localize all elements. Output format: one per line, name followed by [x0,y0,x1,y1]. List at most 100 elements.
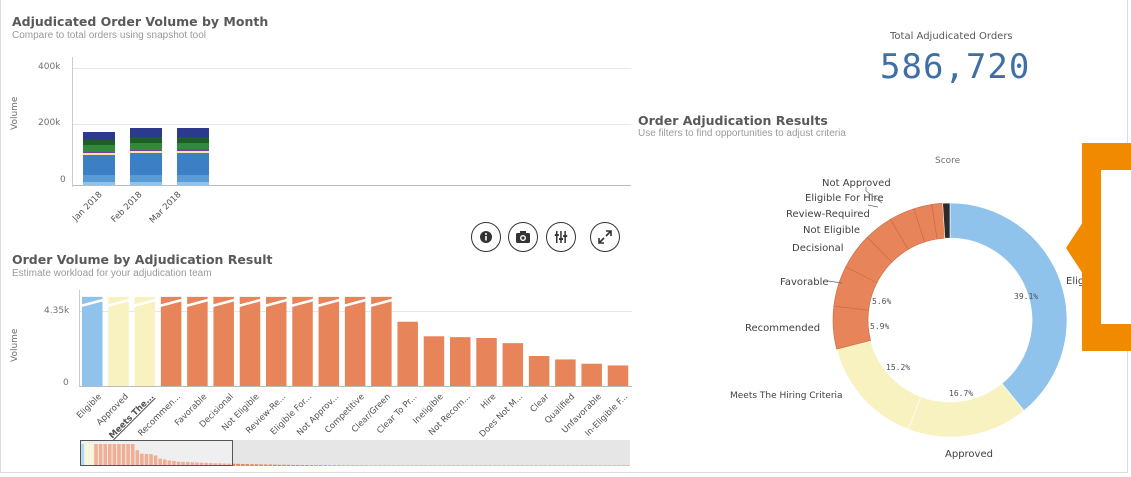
result-y-axis-label: Volume [10,328,20,362]
mini-bar [341,465,346,466]
mini-bar [254,464,259,466]
mini-bar [277,464,282,466]
mini-bar [245,464,250,466]
mini-bar [273,464,277,466]
kpi-label: Total Adjudicated Orders [890,31,1013,42]
mini-bar [328,465,332,466]
mini-bar [346,465,350,466]
donut-chart-title: Order Adjudication Results [638,113,828,128]
mini-bar [250,464,254,466]
mini-bar [291,464,295,466]
monthly-bar-segment [130,127,162,138]
exploration-button[interactable] [546,222,576,252]
result-bar[interactable] [423,336,445,386]
mini-bar [259,464,263,466]
result-bar[interactable] [528,356,550,386]
pct-favorable: 5.6% [872,297,892,306]
monthly-y-axis-label: Volume [10,96,20,130]
scrollbar-thumb[interactable] [80,440,233,466]
result-bar[interactable] [607,365,629,386]
info-icon [480,231,492,243]
result-bar[interactable] [344,296,366,386]
pct-eligible: 39.1% [1014,292,1039,301]
monthly-bar-segment [177,181,209,185]
mini-bar [350,465,355,466]
monthly-ytick-200k: 200k [38,118,61,128]
info-button[interactable] [471,222,501,252]
mini-bar [314,465,318,466]
monthly-bar-segment [130,142,162,150]
monthly-ytick-400k: 400k [38,62,61,72]
monthly-bar-segment [83,131,115,141]
mini-bar [286,464,291,466]
mini-bar [318,465,323,466]
fullscreen-button[interactable] [590,222,620,252]
pct-meets: 15.2% [886,363,911,372]
result-bar[interactable] [371,296,392,386]
mini-bar [305,465,309,466]
monthly-bar-segment [177,174,209,182]
donut-dimension-label: Score [935,156,961,166]
mini-bar [323,465,327,466]
label-approved: Approved [945,449,993,460]
pct-approved: 16.7% [949,389,974,398]
result-bar[interactable] [239,296,261,386]
monthly-bar-segment [83,155,115,176]
result-bar[interactable] [108,296,129,386]
monthly-chart-title: Adjudicated Order Volume by Month [12,14,269,29]
callout-arrow [1066,222,1083,274]
kpi-value: 586,720 [880,47,1031,87]
donut-slice[interactable] [836,340,922,430]
result-bars [80,296,629,386]
result-bar[interactable] [266,296,287,386]
monthly-bar[interactable] [177,127,209,185]
result-chart-subtitle: Estimate workload for your adjudication … [12,268,212,279]
donut-slice[interactable] [949,202,1068,412]
monthly-ytick-0: 0 [60,175,66,185]
result-bar[interactable] [476,338,497,386]
mini-bar [300,465,305,466]
result-ytick-0: 0 [63,378,69,388]
pct-recommended: 5.9% [870,322,890,331]
monthly-bar-segment [83,181,115,185]
donut-leader-lines [827,187,883,284]
result-bar[interactable] [318,296,340,386]
result-x-axis [80,386,632,387]
result-bar[interactable] [450,337,471,386]
monthly-bar-segment [130,153,162,175]
callout-inner [1101,170,1131,324]
donut-chart-subtitle: Use filters to find opportunities to adj… [638,128,846,139]
mini-bar [263,464,268,466]
result-bar[interactable] [187,296,208,386]
result-x-labels: Eligible Approved Meets The... Recommen... F… [75,392,632,441]
result-bar[interactable] [292,296,313,386]
snapshot-button[interactable] [508,222,538,252]
result-bar[interactable] [134,296,156,386]
fullscreen-icon [598,230,612,244]
mini-bar [240,463,245,466]
mini-bar [268,464,272,466]
monthly-bar-segment [130,181,162,185]
monthly-bar-segment [177,127,209,137]
mini-bar [236,463,240,466]
mini-bar [309,465,314,466]
result-xtick: Clear [528,392,552,415]
result-bar[interactable] [397,321,418,386]
result-bar[interactable] [581,363,602,386]
result-bar[interactable] [555,359,576,386]
label-meets-hiring-criteria: Meets The Hiring Criteria [730,391,843,401]
mini-bar [295,464,300,466]
monthly-chart-subtitle: Compare to total orders using snapshot t… [12,30,206,41]
result-bar[interactable] [160,296,182,386]
result-ytick-max: 4.35k [44,306,70,316]
monthly-bar-segment [177,152,209,175]
mini-bar [337,465,341,466]
result-bar[interactable] [82,296,103,386]
monthly-x-axis [73,185,631,186]
monthly-bar-segment [130,174,162,182]
result-bar[interactable] [213,296,234,386]
mini-bar [332,465,337,466]
monthly-bar[interactable] [130,127,162,185]
monthly-bar[interactable] [83,131,115,185]
result-bar[interactable] [502,343,524,386]
